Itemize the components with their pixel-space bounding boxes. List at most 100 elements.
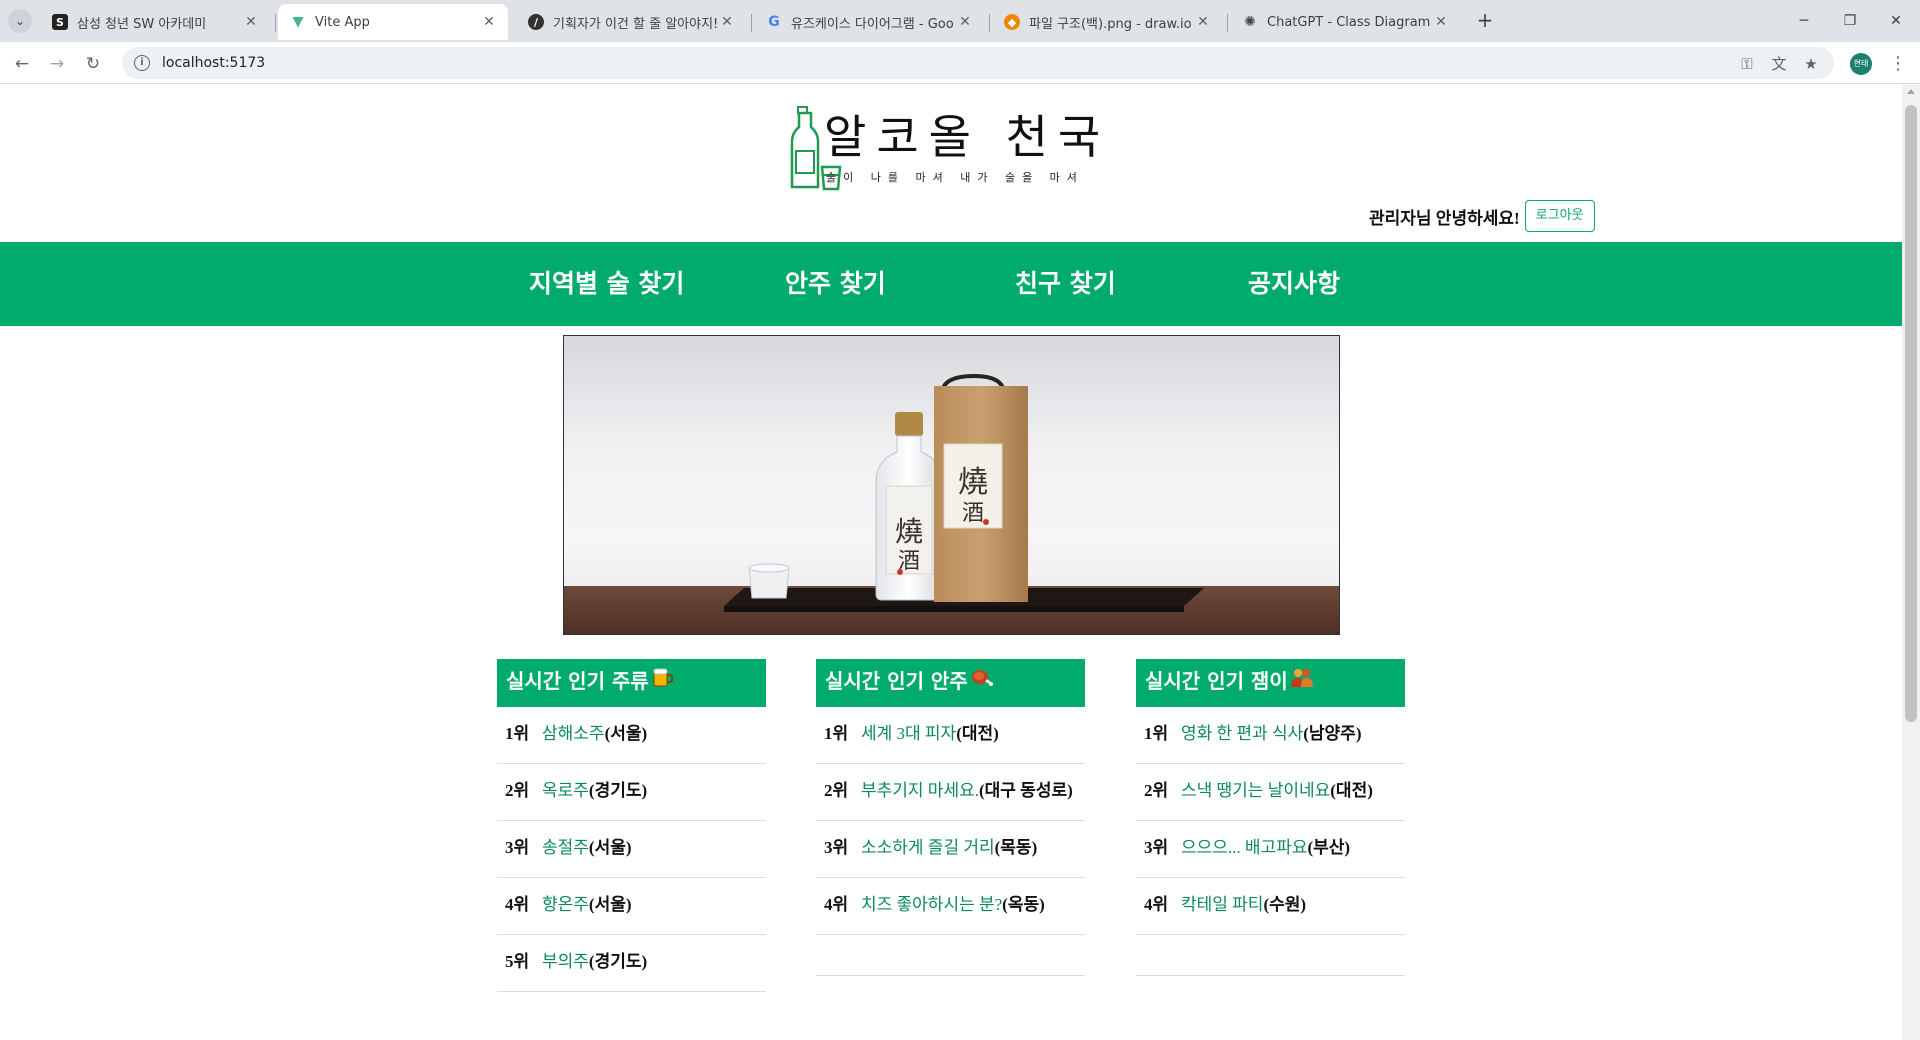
nav-item-notice[interactable]: 공지사항 [1248, 242, 1340, 326]
rank-link[interactable]: 스낵 땡기는 날이네요 [1181, 776, 1330, 801]
ranking-title: 실시간 인기 잼이 [1136, 659, 1405, 707]
translate-icon[interactable]: 文 [1770, 55, 1788, 73]
svg-text:燒: 燒 [958, 465, 988, 500]
rank-link[interactable]: 삼해소주 [542, 719, 605, 744]
ranking-title-text: 실시간 인기 주류 [506, 669, 649, 693]
rank-location: (대구 동성로) [978, 780, 1073, 800]
site-title: 알코올 천국 [824, 110, 1111, 164]
close-tab-icon[interactable]: ✕ [956, 14, 974, 30]
ranking-list-item: 3위 송절주 (서울) [497, 821, 766, 878]
rank-location: (서울) [588, 837, 632, 857]
browser-tab[interactable]: G 유즈케이스 다이어그램 - Goo ✕ [754, 4, 984, 40]
close-tab-icon[interactable]: ✕ [242, 14, 260, 30]
rank-number: 2위 [505, 780, 530, 800]
nav-item-friends[interactable]: 친구 찾기 [1015, 242, 1116, 326]
password-key-icon[interactable]: ⚿ [1738, 55, 1756, 73]
address-url[interactable]: localhost:5173 [162, 55, 265, 71]
rank-location: (경기도) [588, 780, 648, 800]
rank-link[interactable]: 으으으... 배고파요 [1181, 833, 1307, 858]
rank-link[interactable]: 향온주 [542, 890, 589, 915]
logout-button[interactable]: 로그아웃 [1524, 200, 1595, 232]
tab-title: 기획자가 이건 할 줄 알아야지! [553, 16, 718, 32]
rank-number: 3위 [505, 837, 530, 857]
ranking-list-item: 1위 영화 한 편과 식사 (남양주) [1136, 707, 1405, 764]
tab-title: Vite App [315, 14, 370, 30]
ranking-title: 실시간 인기 주류 [497, 659, 766, 707]
nav-item-side-dish[interactable]: 안주 찾기 [785, 242, 886, 326]
close-tab-icon[interactable]: ✕ [718, 14, 736, 30]
browser-tab[interactable]: ◆ 파일 구조(백).png - draw.io ✕ [992, 4, 1222, 40]
ranking-panel-side-dish: 실시간 인기 안주 1위 세계 3대 피자 (대전) 2위 부추기지 마세요. (대구 … [816, 659, 1085, 976]
meat-on-bone-icon [970, 665, 994, 689]
user-bar: 관리자님 안녕하세요! 로그아웃 [1369, 200, 1595, 232]
close-window-icon[interactable]: ✕ [1876, 6, 1916, 36]
back-arrow-icon[interactable]: ← [9, 51, 35, 77]
rank-number: 1위 [824, 723, 849, 743]
browser-tab[interactable]: ✺ ChatGPT - Class Diagram Crea ✕ [1230, 4, 1460, 40]
tab-separator [989, 14, 990, 32]
rank-location: (대전) [1330, 780, 1373, 800]
rank-link[interactable]: 영화 한 편과 식사 [1181, 719, 1303, 744]
rank-link[interactable]: 세계 3대 피자 [861, 719, 956, 744]
scrollbar-thumb[interactable] [1905, 105, 1917, 722]
restore-icon[interactable]: ❐ [1830, 6, 1870, 36]
rank-number: 2위 [1144, 780, 1169, 800]
close-tab-icon[interactable]: ✕ [480, 14, 498, 30]
rank-number: 5위 [505, 951, 530, 971]
rank-number: 2위 [824, 780, 849, 800]
tab-separator [751, 14, 752, 32]
browser-tab[interactable]: / 기획자가 이건 할 줄 알아야지! ✕ [516, 4, 746, 40]
close-tab-icon[interactable]: ✕ [1194, 14, 1212, 30]
ranking-list-item: 4위 치즈 좋아하시는 분? (옥동) [816, 878, 1085, 935]
scroll-up-arrow-icon[interactable] [1907, 89, 1915, 94]
ranking-list-item: 1위 세계 3대 피자 (대전) [816, 707, 1085, 764]
tab-search-chevron-icon[interactable]: ⌄ [8, 9, 32, 33]
browser-tabstrip: ⌄ S 삼성 청년 SW 아카데미 ✕ ▼ Vite App ✕ / 기획자가 … [0, 0, 1920, 42]
minimize-icon[interactable]: ─ [1784, 6, 1824, 36]
nav-item-regional-liquor[interactable]: 지역별 술 찾기 [529, 242, 684, 326]
ranking-list-item: 3위 으으으... 배고파요 (부산) [1136, 821, 1405, 878]
ranking-list-item: 2위 부추기지 마세요. (대구 동성로) [816, 764, 1085, 821]
ranking-list-item: 4위 칵테일 파티 (수원) [1136, 878, 1405, 935]
new-tab-icon[interactable]: + [1472, 8, 1498, 34]
browser-tab-active[interactable]: ▼ Vite App ✕ [278, 4, 508, 40]
ranking-list-item: 4위 향온주 (서울) [497, 878, 766, 935]
ranking-list-item: 2위 옥로주 (경기도) [497, 764, 766, 821]
ssafy-icon: S [52, 14, 68, 30]
ranking-panel-fun: 실시간 인기 잼이 1위 영화 한 편과 식사 (남양주) 2위 스낵 땡기는 날이네… [1136, 659, 1405, 976]
ranking-empty-row [1136, 935, 1405, 976]
profile-avatar[interactable]: 현태 [1850, 53, 1872, 75]
browser-tab[interactable]: S 삼성 청년 SW 아카데미 ✕ [40, 4, 270, 40]
browser-menu-icon[interactable]: ⋮ [1888, 51, 1908, 77]
browser-toolbar: ← → ↻ i localhost:5173 ⚿ 文 ★ 현태 ⋮ [0, 42, 1920, 84]
rank-link[interactable]: 부추기지 마세요. [861, 776, 979, 801]
address-bar[interactable]: i localhost:5173 [122, 47, 1834, 79]
rank-number: 4위 [824, 894, 849, 914]
site-logo[interactable]: 알코올 천국 술이 나를 마셔 내가 술을 마셔 [790, 105, 1110, 191]
rank-link[interactable]: 옥로주 [542, 776, 589, 801]
soju-product-photo: 燒 酒 燒 酒 [564, 373, 1339, 634]
svg-text:酒: 酒 [962, 501, 984, 526]
rank-link[interactable]: 칵테일 파티 [1181, 890, 1263, 915]
rank-number: 1위 [505, 723, 530, 743]
tab-title: ChatGPT - Class Diagram Crea [1267, 14, 1432, 30]
rank-link[interactable]: 송절주 [542, 833, 589, 858]
tab-title: 유즈케이스 다이어그램 - Goo [791, 16, 954, 32]
page-scrollbar[interactable] [1902, 85, 1920, 1040]
tab-separator [1227, 14, 1228, 32]
tab-title: 삼성 청년 SW 아카데미 [77, 16, 207, 32]
page-viewport: 알코올 천국 술이 나를 마셔 내가 술을 마셔 관리자님 안녕하세요! 로그아… [0, 85, 1902, 1040]
rank-location: (옥동) [1002, 894, 1045, 914]
rank-link[interactable]: 소소하게 즐길 거리 [861, 833, 995, 858]
site-info-icon[interactable]: i [134, 55, 150, 71]
rank-number: 3위 [824, 837, 849, 857]
forward-arrow-icon[interactable]: → [44, 51, 70, 77]
reload-icon[interactable]: ↻ [80, 51, 106, 77]
ranking-title-text: 실시간 인기 안주 [825, 669, 968, 693]
bookmark-star-icon[interactable]: ★ [1802, 55, 1820, 73]
rank-link[interactable]: 치즈 좋아하시는 분? [861, 890, 1002, 915]
close-tab-icon[interactable]: ✕ [1432, 14, 1450, 30]
people-icon [1290, 665, 1314, 689]
rank-link[interactable]: 부의주 [542, 947, 589, 972]
ranking-list-item: 2위 스낵 땡기는 날이네요 (대전) [1136, 764, 1405, 821]
